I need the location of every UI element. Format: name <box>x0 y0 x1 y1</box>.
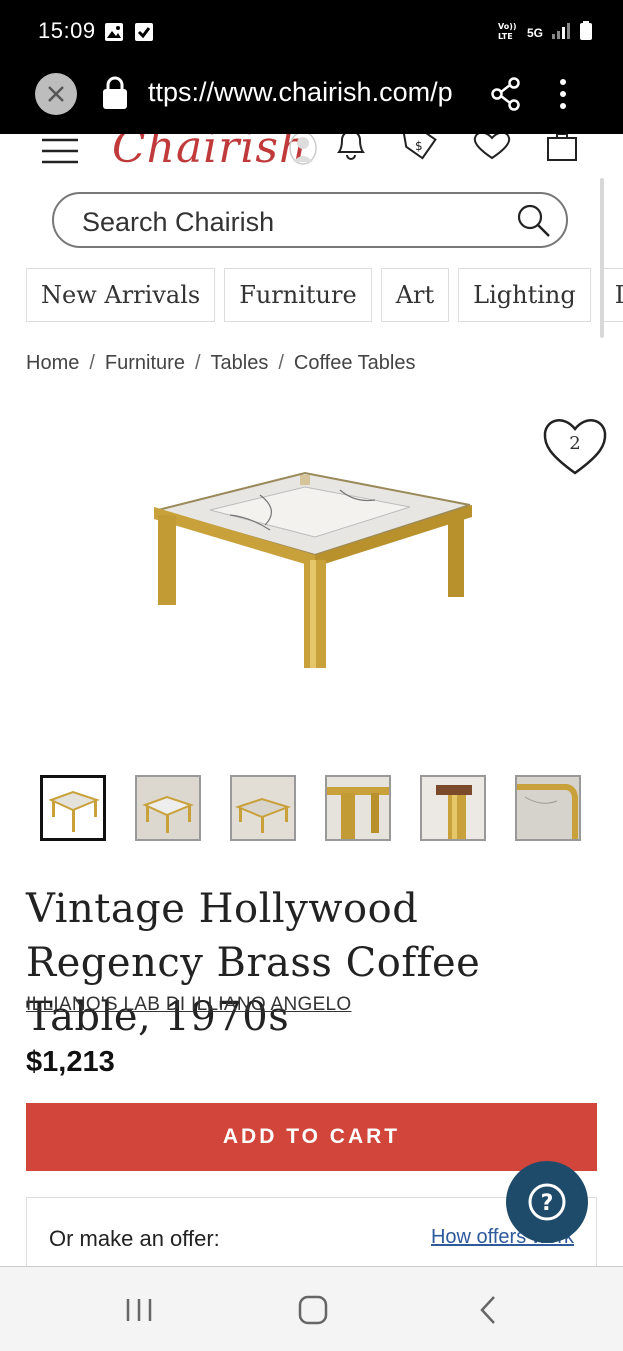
category-new-arrivals[interactable]: New Arrivals <box>26 268 216 322</box>
breadcrumb-separator: / <box>89 352 95 374</box>
add-to-cart-button[interactable]: ADD TO CART <box>26 1103 597 1171</box>
favorite-button[interactable]: 2 <box>542 415 608 477</box>
more-options-icon[interactable] <box>558 78 568 115</box>
product-main-image[interactable] <box>140 455 490 685</box>
breadcrumb-furniture[interactable]: Furniture <box>105 352 185 374</box>
breadcrumb-separator: / <box>194 352 201 374</box>
account-icon[interactable] <box>288 134 318 171</box>
favorites-heart-icon[interactable] <box>473 134 511 165</box>
notifications-bell-icon[interactable] <box>333 134 369 167</box>
breadcrumb-separator: / <box>278 352 284 374</box>
svg-text:LTE: LTE <box>498 32 513 41</box>
menu-icon[interactable] <box>42 138 78 169</box>
thumbnail-5[interactable] <box>420 775 486 841</box>
back-icon[interactable] <box>478 1295 498 1330</box>
thumbnail-6[interactable] <box>515 775 581 841</box>
battery-icon <box>579 21 593 44</box>
signal-icon <box>551 22 571 43</box>
search-bar <box>52 192 568 248</box>
price-tag-icon[interactable]: $ <box>402 134 442 169</box>
favorite-count: 2 <box>569 433 581 454</box>
network-type: 5G <box>526 25 543 40</box>
site-header: Chairish $ <box>0 134 623 178</box>
chairish-logo[interactable]: Chairish <box>112 134 308 173</box>
breadcrumb: Home / Furniture / Tables / Coffee Tables <box>26 352 415 375</box>
thumbnail-3[interactable] <box>230 775 296 841</box>
category-lighting[interactable]: Lighting <box>458 268 591 322</box>
share-icon[interactable] <box>490 77 522 116</box>
svg-text:$: $ <box>415 139 423 153</box>
search-icon[interactable] <box>516 203 552 244</box>
category-nav: New ArrivalsFurnitureArtLightingDec <box>26 268 623 322</box>
search-input[interactable] <box>80 204 504 240</box>
help-button[interactable]: ? <box>506 1161 588 1243</box>
thumbnail-2[interactable] <box>135 775 201 841</box>
category-art[interactable]: Art <box>380 268 450 322</box>
clock: 15:09 <box>38 18 96 43</box>
breadcrumb-coffee-tables[interactable]: Coffee Tables <box>294 352 416 374</box>
thumbnail-1[interactable] <box>40 775 106 841</box>
volte-icon: Vo)) LTE <box>497 20 519 45</box>
gallery-icon <box>104 22 124 47</box>
product-title: Vintage Hollywood Regency Brass Coffee T… <box>26 886 481 1040</box>
svg-text:?: ? <box>541 1191 554 1216</box>
close-tab-button[interactable] <box>35 73 77 115</box>
cart-bag-icon[interactable] <box>546 134 578 167</box>
close-icon <box>48 86 64 102</box>
recent-apps-icon[interactable] <box>125 1297 153 1328</box>
home-icon[interactable] <box>298 1295 328 1330</box>
status-bar: 15:09 Vo)) LTE 5G <box>0 0 623 64</box>
help-question-icon: ? <box>528 1183 566 1221</box>
system-navigation-bar <box>0 1266 623 1351</box>
breadcrumb-home[interactable]: Home <box>26 352 79 374</box>
thumbnail-4[interactable] <box>325 775 391 841</box>
lock-icon <box>102 76 128 115</box>
maker-link[interactable]: ILLIANO'S LAB DI ILLIANO ANGELO <box>26 994 352 1016</box>
checkbox-notification-icon <box>134 22 154 47</box>
svg-text:Vo)): Vo)) <box>498 22 517 31</box>
breadcrumb-tables[interactable]: Tables <box>211 352 269 374</box>
scrollbar[interactable] <box>600 178 604 338</box>
browser-toolbar: ttps://www.chairish.com/p <box>0 64 623 134</box>
product-price: $1,213 <box>26 1046 115 1078</box>
category-furniture[interactable]: Furniture <box>224 268 372 322</box>
offer-label: Or make an offer: <box>49 1226 220 1251</box>
url-bar[interactable]: ttps://www.chairish.com/p <box>148 77 464 108</box>
